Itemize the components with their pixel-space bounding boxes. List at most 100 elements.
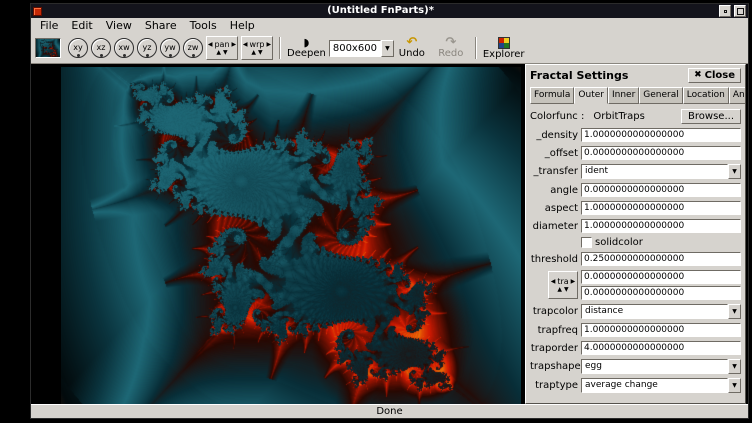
fractal-image[interactable] [61, 67, 521, 404]
trapshape-select[interactable]: egg ▼ [581, 359, 741, 374]
density-input[interactable] [581, 128, 741, 142]
browse-button[interactable]: Browse... [681, 109, 741, 124]
resolution-select[interactable]: 800x600 ▼ [329, 40, 391, 57]
plane-button-yw[interactable]: yw [160, 38, 180, 58]
diameter-input[interactable] [581, 219, 741, 233]
warp-up-arrow-icon[interactable]: ▲ [251, 49, 256, 56]
diameter-label: diameter [530, 221, 578, 232]
trapshape-value: egg [581, 359, 728, 374]
trapfreq-label: trapfreq [530, 325, 578, 336]
deepen-label: Deepen [287, 49, 326, 59]
trapshape-dropdown-button[interactable]: ▼ [728, 359, 741, 374]
trapfreq-input[interactable] [581, 323, 741, 337]
offset-input[interactable] [581, 146, 741, 160]
menu-tools[interactable]: Tools [184, 19, 223, 33]
trapcolor-select[interactable]: distance ▼ [581, 304, 741, 319]
pan-up-arrow-icon[interactable]: ▲ [216, 49, 221, 56]
explorer-label: Explorer [483, 50, 525, 60]
deepen-moon-icon: ◗ [304, 37, 310, 48]
content-area: Fractal Settings ✖ Close Formula Outer I… [31, 64, 748, 404]
undo-label: Undo [399, 49, 425, 59]
tra-left-arrow-icon[interactable]: ◀ [551, 278, 556, 285]
explorer-button[interactable]: Explorer [483, 35, 525, 61]
undo-icon: ↶ [406, 37, 417, 48]
transfer-value: ident [581, 164, 728, 179]
close-button[interactable]: ✖ Close [688, 68, 741, 83]
menu-help[interactable]: Help [224, 19, 261, 33]
traporder-input[interactable] [581, 341, 741, 355]
fractal-thumbnail[interactable] [35, 38, 61, 58]
window-title: (Untitled FnParts)* [45, 4, 716, 18]
pan-label: pan [214, 41, 229, 49]
tab-angles[interactable]: Angles [729, 87, 746, 104]
toolbar-separator [279, 37, 281, 59]
tra-pager-control[interactable]: ◀ tra ▶ ▲ ▼ [548, 271, 578, 299]
plane-label-xz: xz [97, 44, 106, 52]
plane-button-xw[interactable]: xw [114, 38, 134, 58]
statusbar: Done [31, 404, 748, 418]
tra-right-arrow-icon[interactable]: ▶ [571, 278, 576, 285]
solidcolor-checkbox[interactable] [581, 237, 592, 248]
redo-icon: ↷ [445, 37, 456, 48]
aspect-input[interactable] [581, 201, 741, 215]
pan-control[interactable]: ◀ pan ▶ ▲ ▼ [206, 36, 238, 60]
density-label: _density [530, 130, 578, 141]
colorfunc-row: Colorfunc : OrbitTraps Browse... [530, 109, 741, 124]
menu-share[interactable]: Share [139, 19, 183, 33]
deepen-button[interactable]: ◗ Deepen [287, 35, 326, 61]
trapshape-label: trapshape [530, 361, 578, 372]
colorfunc-label: Colorfunc : [530, 111, 584, 122]
warp-label: wrp [250, 41, 265, 49]
tra-up-arrow-icon[interactable]: ▲ [557, 286, 562, 293]
minimize-button[interactable] [719, 5, 731, 17]
pan-down-arrow-icon[interactable]: ▼ [223, 49, 228, 56]
transfer-select[interactable]: ident ▼ [581, 164, 741, 179]
warp-down-arrow-icon[interactable]: ▼ [258, 49, 263, 56]
maximize-button[interactable] [734, 5, 746, 17]
close-icon: ✖ [694, 71, 702, 80]
undo-button[interactable]: ↶ Undo [394, 35, 430, 61]
trapcolor-dropdown-button[interactable]: ▼ [728, 304, 741, 319]
transfer-dropdown-button[interactable]: ▼ [728, 164, 741, 179]
trapcolor-value: distance [581, 304, 728, 319]
tra-down-arrow-icon[interactable]: ▼ [564, 286, 569, 293]
plane-button-zw[interactable]: zw [183, 38, 203, 58]
window-menu-icon[interactable] [33, 7, 42, 16]
tra-value2-input[interactable] [581, 286, 741, 300]
titlebar[interactable]: (Untitled FnParts)* [31, 4, 748, 18]
tra-value1-input[interactable] [581, 270, 741, 284]
tab-general[interactable]: General [639, 87, 682, 104]
diameter-row: diameter [530, 219, 741, 233]
plane-button-xz[interactable]: xz [91, 38, 111, 58]
plane-button-xy[interactable]: xy [68, 38, 88, 58]
tab-location[interactable]: Location [683, 87, 729, 104]
trapcolor-label: trapcolor [530, 306, 578, 317]
aspect-label: aspect [530, 203, 578, 214]
pan-left-arrow-icon[interactable]: ◀ [208, 41, 213, 48]
aspect-row: aspect [530, 201, 741, 215]
warp-left-arrow-icon[interactable]: ◀ [243, 41, 248, 48]
traptype-value: average change [581, 378, 728, 393]
plane-button-yz[interactable]: yz [137, 38, 157, 58]
angle-input[interactable] [581, 183, 741, 197]
tra-row: ◀ tra ▶ ▲ ▼ [530, 270, 741, 300]
tab-outer[interactable]: Outer [574, 87, 608, 104]
traporder-row: traporder [530, 341, 741, 355]
warp-right-arrow-icon[interactable]: ▶ [266, 41, 271, 48]
menu-view[interactable]: View [100, 19, 138, 33]
tab-formula[interactable]: Formula [530, 87, 574, 104]
dropdown-arrow-icon: ▼ [732, 382, 737, 389]
maximize-icon [737, 8, 744, 15]
tab-inner[interactable]: Inner [608, 87, 639, 104]
plane-label-zw: zw [188, 44, 199, 52]
traptype-select[interactable]: average change ▼ [581, 378, 741, 393]
warp-control[interactable]: ◀ wrp ▶ ▲ ▼ [241, 36, 273, 60]
menu-edit[interactable]: Edit [65, 19, 98, 33]
menu-file[interactable]: File [34, 19, 64, 33]
offset-label: _offset [530, 148, 578, 159]
traptype-dropdown-button[interactable]: ▼ [728, 378, 741, 393]
solidcolor-label: solidcolor [595, 237, 643, 248]
resolution-dropdown-button[interactable]: ▼ [381, 40, 394, 57]
pan-right-arrow-icon[interactable]: ▶ [232, 41, 237, 48]
threshold-input[interactable] [581, 252, 741, 266]
